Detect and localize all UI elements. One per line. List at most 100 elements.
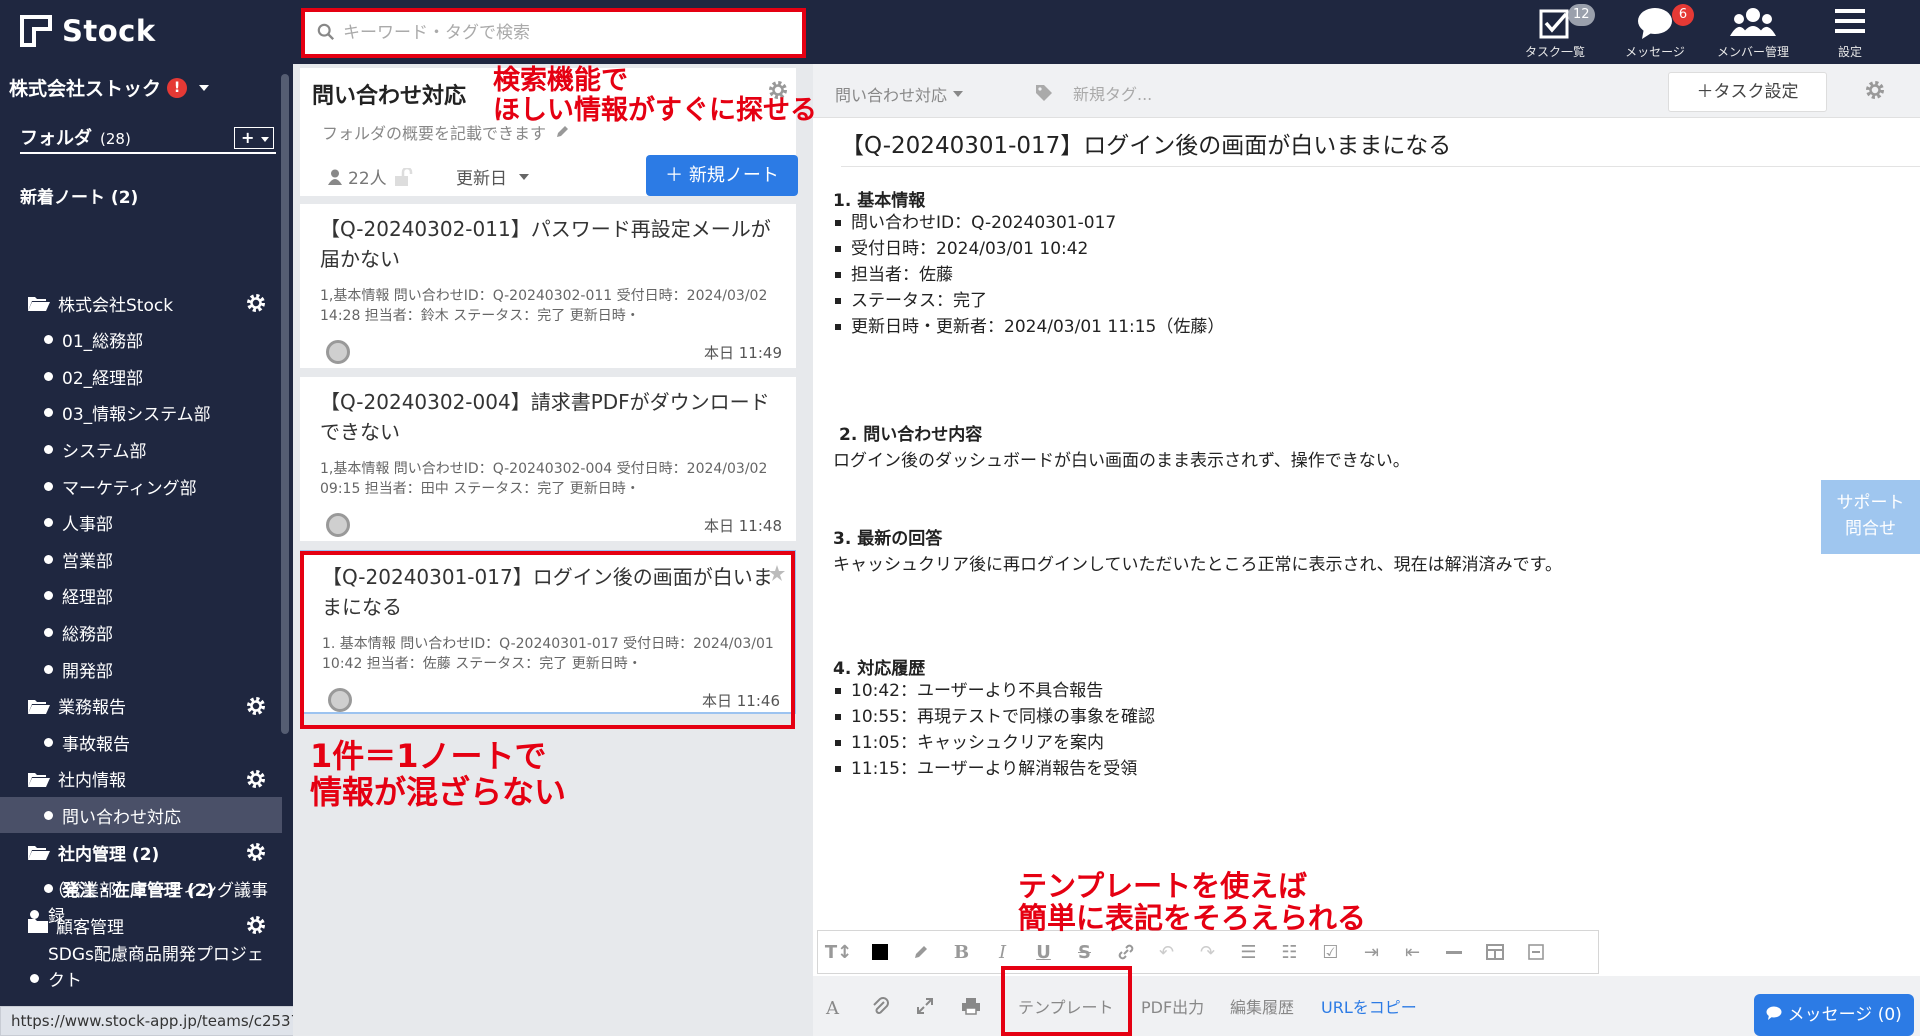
bullet-list-button[interactable]: ☰ — [1228, 931, 1269, 973]
numbered-list-button[interactable]: ☷ — [1269, 931, 1310, 973]
bullet-icon — [44, 554, 53, 564]
sidebar-item[interactable]: 社内管理 (2) — [0, 834, 282, 870]
paperclip-icon[interactable] — [871, 996, 889, 1016]
nav-members-label: メンバー管理 — [1716, 45, 1790, 59]
add-folder-button[interactable]: + — [234, 127, 274, 149]
sidebar-item[interactable]: システム部 — [0, 431, 282, 467]
new-tag-input[interactable]: 新規タグ... — [1073, 81, 1152, 105]
sidebar-item-label: 営業部 — [62, 551, 113, 572]
sidebar-item[interactable]: 営業部 — [0, 541, 282, 577]
gear-icon[interactable] — [246, 696, 266, 716]
sidebar-item-label: 社内情報 — [58, 771, 126, 792]
company-switcher[interactable]: 株式会社ストック ! — [9, 74, 210, 101]
new-note-button[interactable]: ＋ 新規ノート — [646, 155, 798, 196]
undo-icon: ↶ — [1158, 941, 1175, 963]
divider — [841, 166, 1920, 167]
expand-icon[interactable] — [916, 997, 934, 1015]
sidebar-scrollbar[interactable] — [281, 74, 289, 734]
alert-icon: ! — [167, 77, 188, 98]
support-label: サポート — [1836, 493, 1905, 513]
logo-icon — [20, 15, 52, 47]
stock-logo[interactable]: Stock — [20, 14, 156, 48]
sidebar-item-label: 経理部 — [62, 588, 113, 609]
sidebar-item[interactable]: 開発部 — [0, 651, 282, 687]
member-count[interactable]: 22人 — [328, 164, 413, 189]
sidebar-item[interactable]: 事故報告 — [0, 724, 282, 760]
table-button[interactable] — [1474, 931, 1515, 973]
copy-url-button[interactable]: URLをコピー — [1321, 994, 1417, 1018]
bullet-list-icon: ☰ — [1240, 941, 1257, 963]
nav-member-management[interactable]: メンバー管理 — [1708, 4, 1798, 62]
horizontal-rule-button[interactable] — [1433, 931, 1474, 973]
sidebar-item[interactable]: 01_総務部 — [0, 322, 282, 358]
gear-icon[interactable] — [246, 842, 266, 862]
search-input[interactable] — [305, 12, 802, 54]
message-count-badge: 6 — [1672, 4, 1694, 26]
text-format-icon[interactable]: A — [825, 998, 843, 1016]
nav-messages[interactable]: 6 メッセージ — [1610, 4, 1700, 62]
sidebar-item[interactable]: 問い合わせ対応 — [0, 797, 282, 834]
message-button[interactable]: メッセージ (0) — [1754, 994, 1914, 1036]
sidebar-item[interactable]: マーケティング部 — [0, 468, 282, 504]
chat-icon — [1766, 1006, 1782, 1020]
task-setting-button[interactable]: ＋タスク設定 — [1668, 72, 1827, 112]
indent-icon: ⇥ — [1363, 941, 1380, 963]
sidebar-item[interactable]: 株式会社Stock — [0, 285, 282, 321]
checklist-button[interactable]: ☑ — [1310, 931, 1351, 973]
sidebar-item-label: 問い合わせ対応 — [62, 807, 181, 828]
sidebar-item-sdgs-project[interactable]: SDGs配慮商品開発プロジェクト — [0, 942, 282, 994]
outdent-button[interactable]: ⇤ — [1392, 931, 1433, 973]
font-size-button[interactable]: T↕ — [818, 931, 859, 973]
support-contact-button[interactable]: サポート 問合せ — [1821, 480, 1920, 554]
edit-history-button[interactable]: 編集履歴 — [1230, 994, 1294, 1018]
annotation-line: 1件＝1ノートで — [310, 737, 547, 775]
pdf-export-button[interactable]: PDF出力 — [1141, 994, 1204, 1018]
collapse-button[interactable] — [1515, 931, 1556, 973]
avatar — [326, 340, 350, 364]
bold-button[interactable]: B — [941, 931, 982, 973]
note-title-field[interactable]: 【Q-20240301-017】ログイン後の画面が白いままになる — [841, 126, 1451, 160]
sidebar-item[interactable]: 02_経理部 — [0, 358, 282, 394]
note-card[interactable]: 【Q-20240302-004】請求書PDFがダウンロードできない 1,基本情報… — [300, 377, 796, 541]
link-icon — [1118, 944, 1133, 960]
redo-button[interactable]: ↷ — [1187, 931, 1228, 973]
sidebar-item[interactable]: 人事部 — [0, 505, 282, 541]
annotation-line: 簡単に表記をそろえられる — [1018, 901, 1367, 935]
print-icon[interactable] — [961, 997, 981, 1015]
sidebar-item[interactable]: 総務部 — [0, 614, 282, 650]
gear-icon[interactable] — [246, 293, 266, 313]
note-editor: 問い合わせ対応 新規タグ... ＋タスク設定 【Q-20240301-017】ロ… — [813, 64, 1920, 1036]
sort-dropdown[interactable]: 更新日 — [456, 164, 529, 189]
nav-task-list[interactable]: 12 タスク一覧 — [1512, 4, 1598, 62]
text-color-button[interactable] — [859, 931, 900, 973]
sidebar-item[interactable]: 業務報告 — [0, 688, 282, 724]
highlight-button[interactable] — [900, 931, 941, 973]
editor-header: 問い合わせ対応 新規タグ... ＋タスク設定 — [813, 64, 1920, 118]
tag-area[interactable]: 新規タグ... — [1035, 81, 1152, 105]
numbered-list-icon: ☷ — [1281, 941, 1298, 963]
table-icon — [1485, 944, 1504, 960]
svg-text:A: A — [825, 998, 840, 1016]
plus-icon: + — [241, 128, 255, 147]
note-folder-selector[interactable]: 問い合わせ対応 — [835, 82, 964, 106]
note-card[interactable]: 【Q-20240302-011】パスワード再設定メールが届かない 1,基本情報 … — [300, 204, 796, 368]
note-excerpt: 1,基本情報 問い合わせID：Q-20240302-004 受付日時：2024/… — [320, 461, 768, 497]
sidebar-item-label: （営業部）ミーティング議事録 — [48, 881, 268, 927]
sidebar-item[interactable]: 社内情報 — [0, 761, 282, 797]
gear-icon[interactable] — [246, 769, 266, 789]
bullet-icon — [30, 910, 39, 919]
list-item: 10:55：再現テストで同様の事象を確認 — [835, 704, 1155, 730]
tag-icon — [1036, 85, 1052, 101]
folder-open-icon — [28, 699, 50, 714]
sidebar-item[interactable]: 03_情報システム部 — [0, 395, 282, 431]
sidebar-item-meeting-minutes[interactable]: （営業部）ミーティング議事録 — [0, 878, 282, 930]
checkbox-icon: ☑ — [1322, 941, 1339, 963]
nav-settings[interactable]: 設定 — [1810, 4, 1890, 62]
sidebar-new-notes[interactable]: 新着ノート (2) — [0, 177, 282, 213]
folder-description-text: フォルダの概要を記載できます — [322, 124, 547, 143]
sort-label: 更新日 — [456, 169, 507, 189]
sidebar-item[interactable]: 経理部 — [0, 578, 282, 614]
indent-button[interactable]: ⇥ — [1351, 931, 1392, 973]
undo-button[interactable]: ↶ — [1146, 931, 1187, 973]
gear-icon[interactable] — [1865, 80, 1885, 100]
